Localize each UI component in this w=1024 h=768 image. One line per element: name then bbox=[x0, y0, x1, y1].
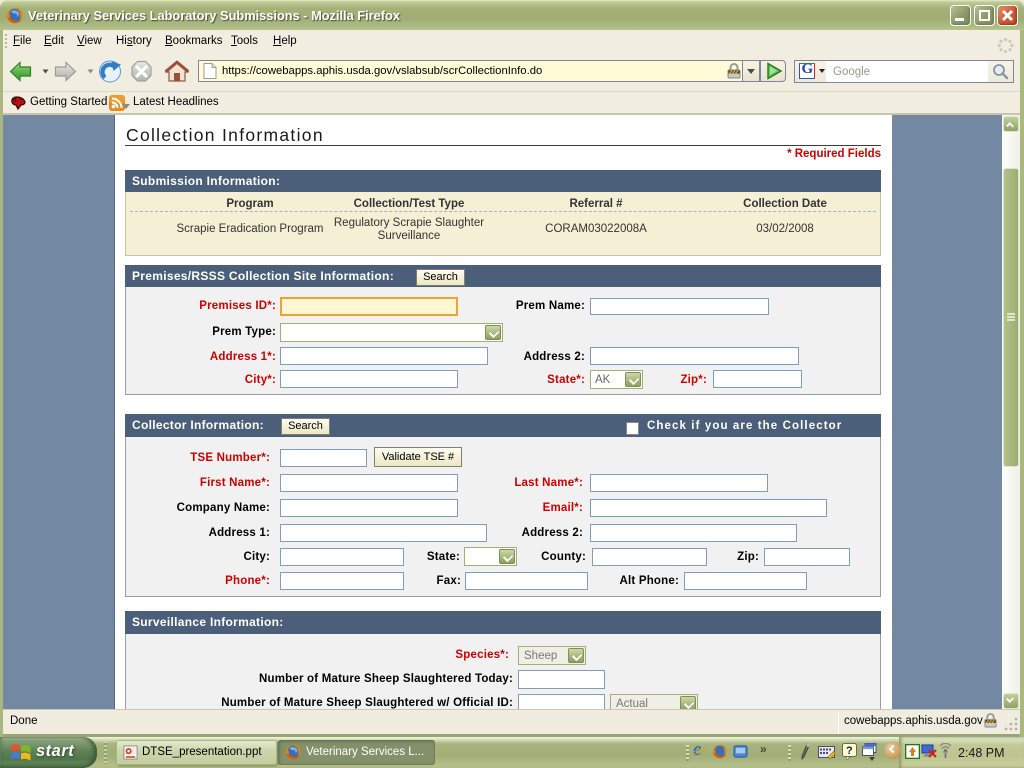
svg-text:?: ? bbox=[846, 745, 853, 757]
